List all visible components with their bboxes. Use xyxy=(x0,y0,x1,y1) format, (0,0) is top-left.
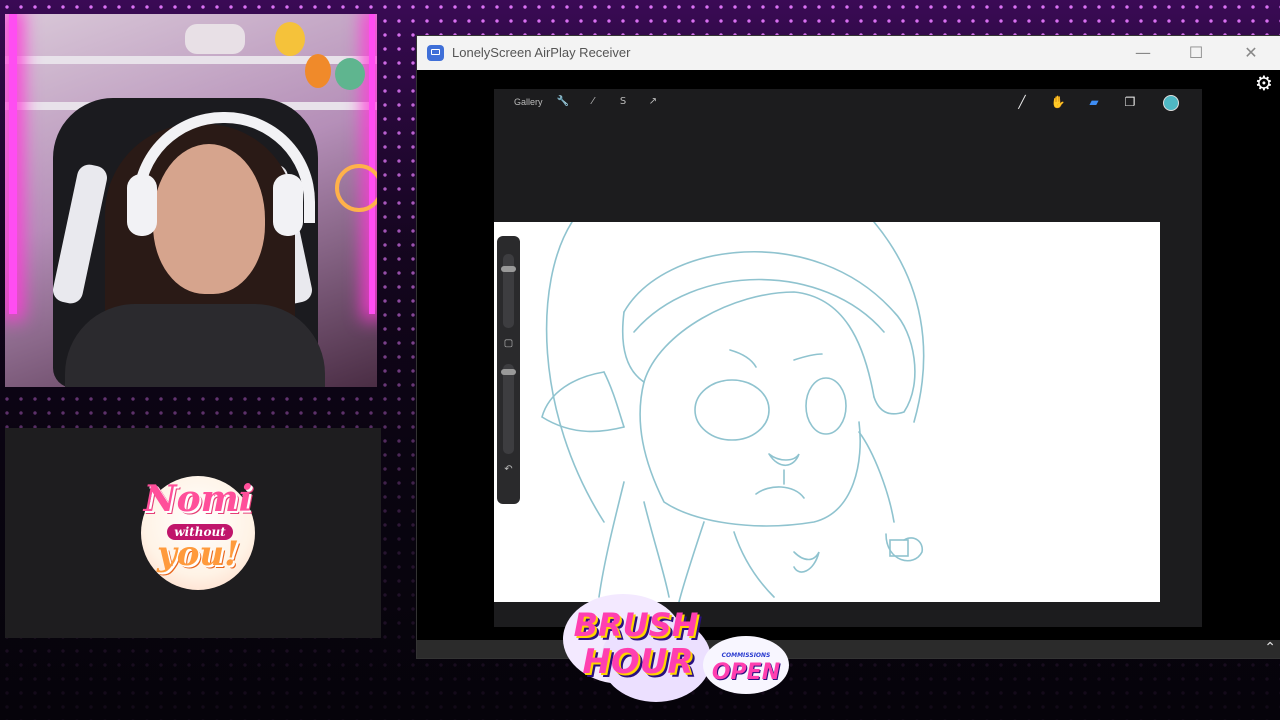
commissions-label: COMMISSIONS xyxy=(721,652,771,659)
selection-icon[interactable]: S xyxy=(616,95,630,109)
layers-icon[interactable]: ❐ xyxy=(1122,94,1138,110)
transform-icon[interactable]: ↗ xyxy=(646,95,660,109)
headset-cup xyxy=(127,174,157,236)
procreate-toolbar: Gallery 🔧 ⁄ S ↗ ╱ ✋ ▰ ❐ xyxy=(494,89,1202,115)
sketch-drawing xyxy=(541,222,925,602)
slider-handle[interactable] xyxy=(501,369,516,375)
logo-panel: Nomi without you! xyxy=(5,428,381,638)
headset-cup xyxy=(273,174,303,236)
brush-icon[interactable]: ╱ xyxy=(1014,94,1030,110)
brush-hour-line-2: HOUR xyxy=(582,642,694,682)
neon-light xyxy=(9,14,17,314)
webcam-feed xyxy=(5,14,377,387)
ring-light xyxy=(335,164,377,212)
smudge-icon[interactable]: ✋ xyxy=(1050,94,1066,110)
eraser-icon[interactable]: ▰ xyxy=(1086,94,1102,110)
slider-handle[interactable] xyxy=(501,266,516,272)
procreate-screen: Gallery 🔧 ⁄ S ↗ ╱ ✋ ▰ ❐ ▢ ↶ xyxy=(494,89,1202,627)
chevron-up-icon[interactable]: ⌃ xyxy=(1264,640,1276,656)
title-bar[interactable]: LonelyScreen AirPlay Receiver — ☐ ✕ xyxy=(417,36,1280,70)
brush-hour-badge: BRUSH HOUR COMMISSIONS OPEN xyxy=(555,586,795,714)
airplay-window: LonelyScreen AirPlay Receiver — ☐ ✕ ⚙ Ga… xyxy=(417,36,1280,658)
minimize-icon: — xyxy=(1135,43,1151,62)
plush xyxy=(185,24,245,54)
brush-hour-line-1: BRUSH xyxy=(573,606,699,644)
close-icon: ✕ xyxy=(1244,43,1258,62)
modify-square-icon[interactable]: ▢ xyxy=(502,338,515,349)
sweater xyxy=(65,304,325,387)
drawing-canvas[interactable] xyxy=(494,222,1160,602)
window-title: LonelyScreen AirPlay Receiver xyxy=(452,45,631,60)
magic-wand-icon[interactable]: ⁄ xyxy=(586,95,600,109)
figurine xyxy=(275,22,305,56)
undo-icon[interactable]: ↶ xyxy=(502,464,515,475)
neon-light xyxy=(369,14,375,314)
opacity-slider[interactable] xyxy=(503,364,514,454)
logo-line-3: you! xyxy=(156,534,240,574)
maximize-icon: ☐ xyxy=(1188,43,1204,62)
close-button[interactable]: ✕ xyxy=(1231,40,1271,66)
maximize-button[interactable]: ☐ xyxy=(1176,40,1216,66)
minimize-button[interactable]: — xyxy=(1123,40,1163,66)
procreate-sidebar: ▢ ↶ xyxy=(497,236,520,504)
app-icon xyxy=(427,45,444,61)
channel-logo: Nomi without you! xyxy=(141,476,255,590)
gear-icon[interactable]: ⚙ xyxy=(1253,72,1275,94)
wrench-icon[interactable]: 🔧 xyxy=(556,95,570,109)
figurine xyxy=(305,54,331,88)
color-picker[interactable] xyxy=(1163,95,1179,111)
logo-line-1: Nomi xyxy=(143,478,253,520)
figurine xyxy=(335,58,365,90)
horizontal-scrollbar[interactable]: ⌃ xyxy=(417,640,1280,658)
open-label: OPEN xyxy=(711,660,781,685)
gallery-button[interactable]: Gallery xyxy=(514,97,543,107)
